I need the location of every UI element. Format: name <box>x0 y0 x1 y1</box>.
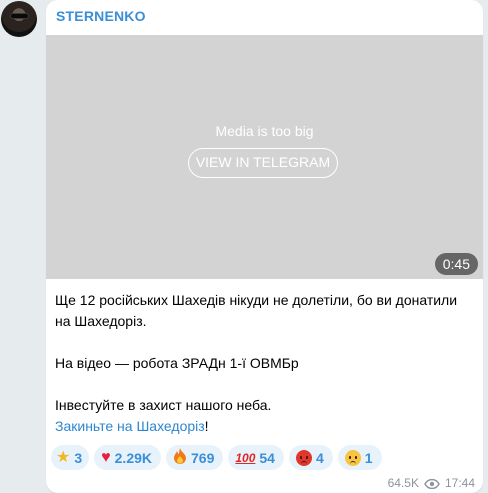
message-bubble: STERNENKO Media is too big VIEW IN TELEG… <box>46 0 483 493</box>
video-duration: 0:45 <box>434 253 478 275</box>
reaction-star[interactable]: ★ 3 <box>51 445 90 470</box>
crying-face-icon <box>344 449 361 466</box>
avatar-glasses <box>11 14 28 18</box>
media-notice: Media is too big <box>215 123 314 139</box>
reaction-heart[interactable]: ♥ 2.29K <box>94 445 161 470</box>
reaction-hundred[interactable]: 100 54 <box>228 445 284 470</box>
message-text: Ще 12 російських Шахедів нікуди не долет… <box>55 290 475 437</box>
message-meta: 64.5K 17:44 <box>388 476 475 490</box>
fire-icon <box>173 448 187 467</box>
eye-icon <box>424 478 440 490</box>
reaction-fire[interactable]: 769 <box>166 445 224 470</box>
channel-avatar[interactable] <box>1 1 37 37</box>
reaction-count: 54 <box>259 449 275 466</box>
reactions-bar: ★ 3 ♥ 2.29K 769 100 54 4 1 <box>51 445 382 470</box>
view-count: 64.5K <box>387 476 419 490</box>
message-line-3: Інвестуйте в захист нашого неба. <box>55 397 272 413</box>
link-suffix: ! <box>204 418 209 434</box>
reaction-count: 3 <box>74 449 83 466</box>
message-line-4: Закиньте на Шахедоріз! <box>55 416 475 437</box>
hundred-icon: 100 <box>235 450 256 465</box>
reaction-count: 4 <box>315 449 324 466</box>
star-icon: ★ <box>56 448 71 466</box>
reaction-count: 769 <box>191 449 215 466</box>
video-placeholder[interactable]: Media is too big VIEW IN TELEGRAM 0:45 <box>46 35 483 279</box>
view-in-telegram-button[interactable]: VIEW IN TELEGRAM <box>188 148 338 178</box>
donate-link[interactable]: Закиньте на Шахедоріз <box>55 418 205 434</box>
angry-face-icon <box>295 449 312 466</box>
reaction-count: 1 <box>364 449 373 466</box>
heart-icon: ♥ <box>101 448 111 466</box>
message-time: 17:44 <box>444 476 475 490</box>
reaction-angry[interactable]: 4 <box>288 445 333 470</box>
channel-name[interactable]: STERNENKO <box>56 8 146 24</box>
reaction-count: 2.29K <box>114 449 152 466</box>
reaction-crying[interactable]: 1 <box>337 445 382 470</box>
message-line-2: На відео — робота ЗРАДн 1-ї ОВМБр <box>55 355 299 371</box>
message-line-1: Ще 12 російських Шахедів нікуди не долет… <box>55 292 458 329</box>
